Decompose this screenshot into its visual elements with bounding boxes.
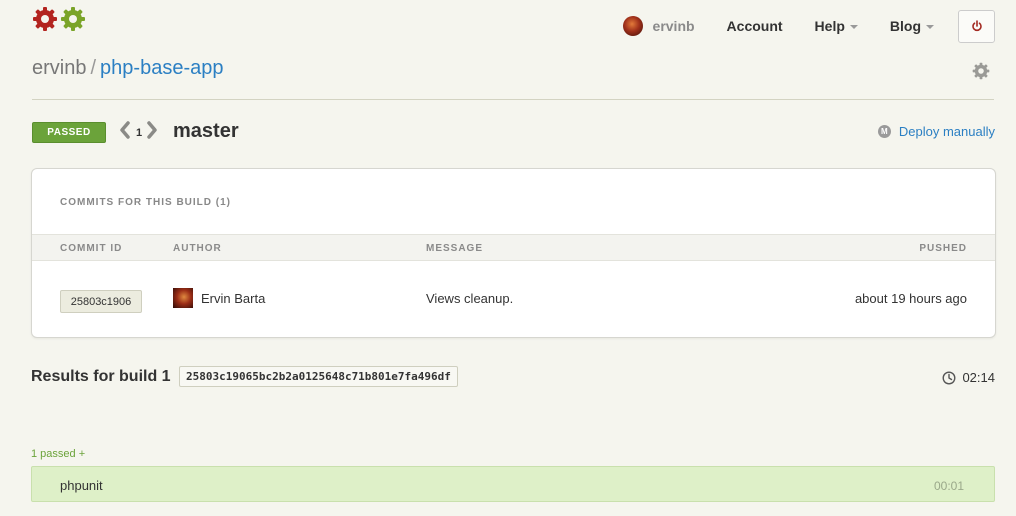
commit-id-link[interactable]: 25803c1906 [60, 290, 142, 313]
column-header-author: AUTHOR [173, 243, 222, 254]
build-header: PASSED 1 master M Deploy manually [32, 120, 995, 144]
clock-icon [942, 370, 956, 385]
build-number: 1 [136, 126, 143, 139]
column-header-commit-id: COMMIT ID [60, 243, 123, 254]
test-name: phpunit [60, 478, 103, 493]
chevron-down-icon [849, 25, 858, 29]
avatar [622, 16, 643, 36]
passed-summary-toggle[interactable]: 1 passed + [31, 448, 85, 460]
previous-build-button[interactable] [119, 121, 131, 144]
chevron-left-icon [120, 121, 130, 139]
nav-account[interactable]: Account [727, 18, 783, 34]
results-title: Results for build 1 [31, 368, 171, 385]
top-bar: ervinb Account Help Blog [0, 0, 1016, 52]
logo[interactable] [32, 6, 86, 32]
gear-icon [972, 62, 990, 80]
author-name: Ervin Barta [201, 290, 266, 306]
commit-pushed-time: about 19 hours ago [854, 291, 967, 306]
column-header-pushed: PUSHED [919, 243, 967, 254]
next-build-button[interactable] [146, 121, 158, 144]
sign-out-button[interactable] [958, 9, 995, 43]
deploy-manually-label: Deploy manually [898, 124, 995, 139]
build-navigation: 1 [119, 121, 158, 144]
breadcrumb-owner[interactable]: ervinb [32, 57, 86, 79]
nav-help-label: Help [814, 18, 845, 34]
test-duration: 00:01 [933, 479, 964, 493]
top-nav: ervinb Account Help Blog [622, 9, 995, 43]
build-results-header: Results for build 1 25803c19065bc2b2a012… [31, 366, 995, 388]
avatar [173, 288, 193, 308]
project-settings-button[interactable] [972, 62, 990, 85]
user-menu[interactable]: ervinb [622, 16, 695, 36]
commit-sha[interactable]: 25803c19065bc2b2a0125648c71b801e7fa496df [179, 366, 458, 387]
divider [32, 99, 994, 100]
red-gear-icon [33, 7, 57, 31]
build-duration: 02:14 [942, 370, 995, 385]
commits-panel: COMMITS FOR THIS BUILD (1) COMMIT ID AUT… [31, 168, 996, 338]
test-row[interactable]: phpunit 00:01 [31, 466, 995, 502]
commits-title: COMMITS FOR THIS BUILD (1) [60, 197, 231, 208]
branch-name: master [173, 120, 239, 142]
chevron-down-icon [926, 25, 934, 29]
manual-deploy-icon: M [877, 125, 891, 138]
status-badge: PASSED [32, 122, 106, 143]
breadcrumb-separator: / [90, 57, 97, 79]
nav-blog[interactable]: Blog [890, 18, 934, 34]
nav-account-label: Account [726, 18, 783, 34]
nav-blog-label: Blog [889, 18, 921, 34]
breadcrumb-repo[interactable]: php-base-app [100, 57, 223, 79]
power-icon [971, 20, 982, 32]
commit-author: Ervin Barta [173, 287, 265, 309]
nav-help[interactable]: Help [815, 18, 858, 34]
breadcrumb: ervinb / php-base-app [32, 57, 223, 80]
commits-table-header: COMMIT ID AUTHOR MESSAGE PUSHED [32, 234, 995, 261]
user-name: ervinb [652, 18, 695, 34]
table-row: 25803c1906 Ervin Barta Views cleanup. ab… [32, 261, 995, 337]
duration-value: 02:14 [962, 370, 995, 385]
commit-message: Views cleanup. [426, 291, 514, 306]
green-gear-icon [61, 7, 85, 31]
deploy-manually-link[interactable]: M Deploy manually [877, 124, 995, 139]
chevron-right-icon [147, 121, 157, 139]
column-header-message: MESSAGE [426, 243, 484, 254]
